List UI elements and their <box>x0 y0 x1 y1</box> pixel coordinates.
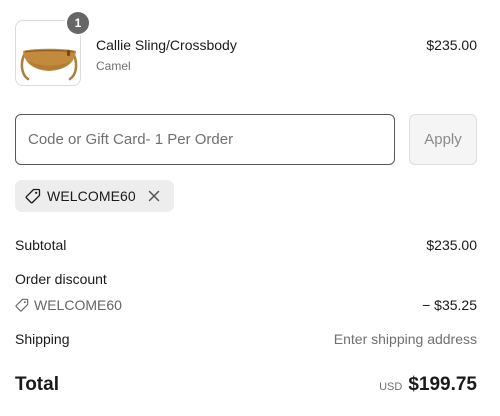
line-item: 1 Callie Sling/Crossbody Camel $235.00 <box>15 12 477 88</box>
order-summary: 1 Callie Sling/Crossbody Camel $235.00 A… <box>0 0 500 416</box>
subtotal-value: $235.00 <box>426 237 477 253</box>
total-label: Total <box>15 374 59 395</box>
discount-value: − $35.25 <box>422 297 477 313</box>
tag-icon <box>25 188 41 204</box>
currency-code: USD <box>379 381 403 393</box>
product-name: Callie Sling/Crossbody <box>96 37 237 53</box>
shipping-value: Enter shipping address <box>333 331 477 347</box>
shipping-label: Shipping <box>15 331 70 347</box>
applied-discount-chip: WELCOME60 <box>15 180 174 212</box>
discount-code-label: WELCOME60 <box>34 297 122 313</box>
discount-code-input[interactable] <box>15 114 395 165</box>
close-icon[interactable] <box>146 188 162 204</box>
total-amount: $199.75 <box>408 374 477 395</box>
applied-code-label: WELCOME60 <box>47 188 136 204</box>
product-price: $235.00 <box>426 37 477 53</box>
quantity-badge: 1 <box>67 12 89 34</box>
tag-icon <box>15 298 29 312</box>
discount-code-line: WELCOME60 <box>15 297 122 313</box>
product-variant: Camel <box>96 59 131 73</box>
apply-button[interactable]: Apply <box>409 114 477 165</box>
order-discount-label: Order discount <box>15 271 107 287</box>
subtotal-label: Subtotal <box>15 237 67 253</box>
total-value-group: USD $199.75 <box>379 374 477 396</box>
